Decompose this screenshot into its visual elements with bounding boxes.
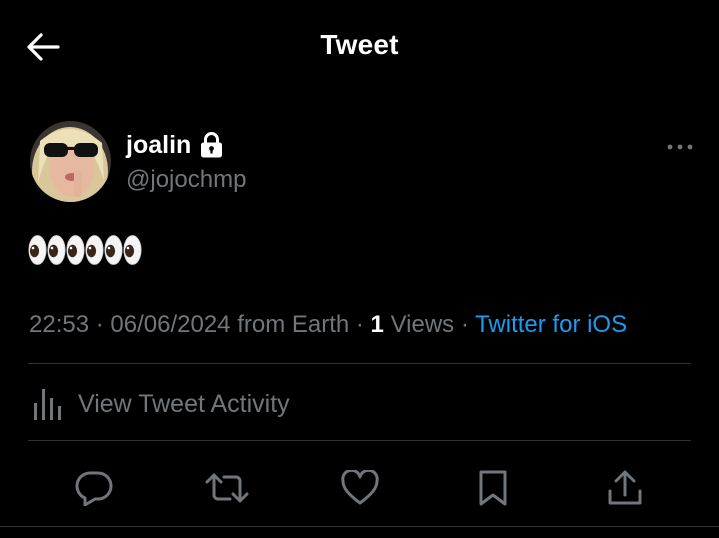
bookmark-button[interactable]	[471, 466, 515, 510]
reply-button[interactable]	[72, 466, 116, 510]
lock-icon	[200, 132, 223, 158]
eyes-emoji-row	[28, 234, 142, 266]
action-bar	[0, 458, 719, 516]
share-button[interactable]	[603, 466, 647, 510]
eye-emoji	[47, 235, 66, 265]
eye-emoji	[104, 235, 123, 265]
eye-emoji	[66, 235, 85, 265]
author-handle[interactable]: @jojochmp	[126, 166, 246, 194]
share-icon	[608, 470, 642, 505]
view-tweet-activity-button[interactable]: View Tweet Activity	[32, 384, 290, 424]
retweet-icon	[205, 473, 249, 503]
tweet-source-link[interactable]: Twitter for iOS	[475, 311, 627, 338]
tweet-location: from Earth	[237, 311, 350, 338]
eye-emoji	[123, 235, 142, 265]
like-button[interactable]	[338, 466, 382, 510]
tweet-meta: 22:53 · 06/06/2024 from Earth · 1 Views …	[29, 311, 628, 338]
display-name: joalin	[126, 130, 192, 159]
avatar[interactable]	[30, 121, 111, 202]
eye-emoji	[28, 235, 47, 265]
reply-icon	[75, 471, 113, 506]
views-label: Views	[390, 311, 455, 338]
divider	[28, 363, 691, 364]
tweet-text: 👀👀👀	[28, 234, 142, 266]
more-options-button[interactable]	[662, 134, 698, 160]
views-count: 1	[370, 311, 384, 338]
divider	[28, 440, 691, 441]
author-name-row[interactable]: joalin	[126, 128, 223, 162]
more-options-icon	[667, 144, 693, 150]
like-icon	[341, 470, 379, 505]
tweet-date: 06/06/2024	[110, 311, 231, 338]
page-title: Tweet	[320, 29, 399, 60]
bookmark-icon	[479, 470, 507, 506]
eye-emoji	[85, 235, 104, 265]
view-tweet-activity-label: View Tweet Activity	[78, 389, 290, 418]
analytics-icon	[34, 389, 61, 420]
header-bar: Tweet	[0, 0, 719, 94]
divider	[0, 526, 719, 527]
retweet-button[interactable]	[205, 466, 249, 510]
tweet-time: 22:53	[29, 311, 90, 338]
